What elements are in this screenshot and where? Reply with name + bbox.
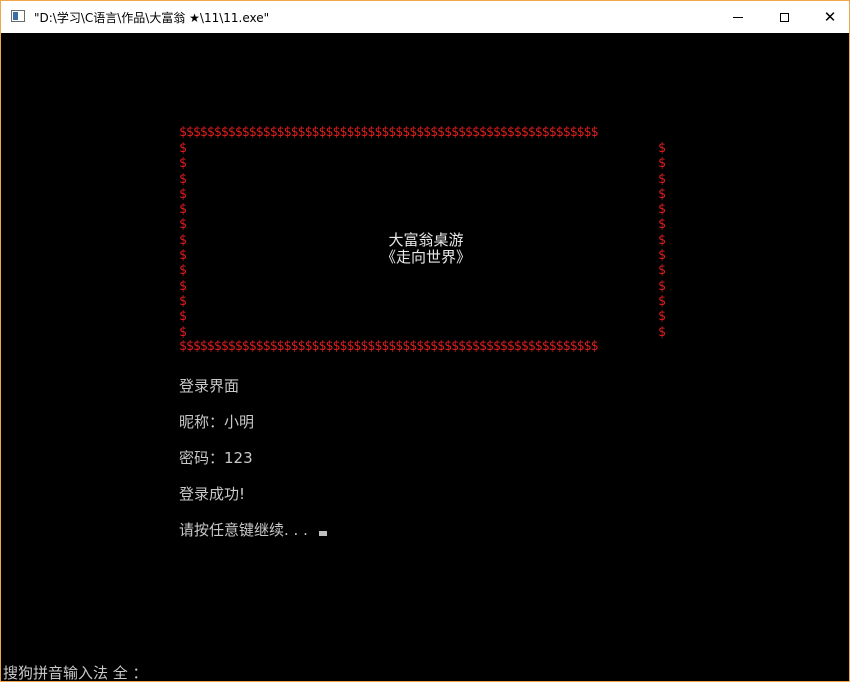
continue-prompt-text: 请按任意键继续. . . <box>179 521 313 539</box>
game-title-line-1: 大富翁桌游 <box>388 231 464 249</box>
text-cursor <box>318 531 327 536</box>
frame-bottom-border: $$$$$$$$$$$$$$$$$$$$$$$$$$$$$$$$$$$$$$$$… <box>179 340 598 353</box>
continue-prompt-line: 请按任意键继续. . . <box>179 519 327 540</box>
console-output[interactable]: $$$$$$$$$$$$$$$$$$$$$$$$$$$$$$$$$$$$$$$$… <box>1 34 849 681</box>
ime-status-bar[interactable]: 搜狗拼音输入法 全 ： <box>3 662 148 681</box>
login-header: 登录界面 <box>179 377 240 395</box>
title-bar[interactable]: "D:\学习\C语言\作品\大富翁 ★\11\11.exe" ✕ <box>1 1 849 33</box>
minimize-icon <box>733 16 743 18</box>
console-window: "D:\学习\C语言\作品\大富翁 ★\11\11.exe" ✕ $$$$$$$… <box>0 0 850 682</box>
console-app-icon[interactable] <box>11 10 25 22</box>
nickname-line: 昵称：小明 <box>179 413 255 431</box>
login-success-line: 登录成功! <box>179 485 246 503</box>
close-button[interactable]: ✕ <box>807 1 849 33</box>
game-title-line-2: 《走向世界》 <box>380 248 471 266</box>
maximize-button[interactable] <box>761 1 807 33</box>
password-line: 密码：123 <box>179 449 253 467</box>
window-title: "D:\学习\C语言\作品\大富翁 ★\11\11.exe" <box>34 11 270 25</box>
maximize-icon <box>779 12 789 22</box>
game-title: 大富翁桌游 《走向世界》 <box>179 232 673 266</box>
frame-top-border: $$$$$$$$$$$$$$$$$$$$$$$$$$$$$$$$$$$$$$$$… <box>179 126 598 139</box>
minimize-button[interactable] <box>715 1 761 33</box>
close-icon: ✕ <box>823 7 837 26</box>
